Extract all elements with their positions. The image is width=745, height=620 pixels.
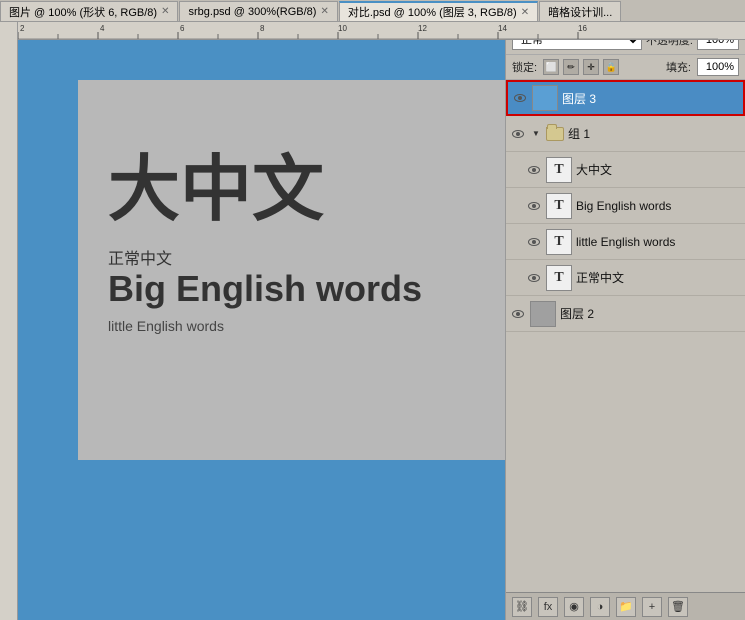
layer-name-big-english: Big English words [576, 199, 741, 213]
lock-row: 锁定: ⬜ ✏ ✛ 🔒 填充: [506, 55, 745, 80]
vertical-ruler [0, 22, 18, 620]
layer-thumb-layer3 [532, 85, 558, 111]
tab-label: 对比.psd @ 100% (图层 3, RGB/8) [348, 4, 517, 20]
link-layers-button[interactable]: ⛓ [512, 597, 532, 617]
layer-thumb-big-chinese: T [546, 157, 572, 183]
mask-button[interactable]: ◉ [564, 597, 584, 617]
layer-thumb-normal-chinese: T [546, 265, 572, 291]
layer-name-big-chinese: 大中文 [576, 161, 741, 178]
layer-name-little-english: little English words [576, 235, 741, 249]
layers-list: 图层 3 ▼ 组 1 T 大中文 [506, 80, 745, 592]
canvas-big-english-text: Big English words [108, 268, 422, 310]
lock-all-button[interactable]: 🔒 [603, 59, 619, 75]
document-canvas: 大中文 正常中文 Big English words little Englis… [78, 80, 505, 460]
layers-panel: 正常 溶解 正片叠底 不透明度: 锁定: ⬜ ✏ ✛ 🔒 填充: [506, 26, 745, 620]
layer-item-big-chinese[interactable]: T 大中文 [506, 152, 745, 188]
layer-item-layer3[interactable]: 图层 3 [506, 80, 745, 116]
layer-item-normal-chinese[interactable]: T 正常中文 [506, 260, 745, 296]
canvas-normal-chinese-text: 正常中文 [108, 245, 172, 269]
layer-thumb-big-english: T [546, 193, 572, 219]
layer-visibility-big-english[interactable] [526, 198, 542, 214]
canvas-area: 大中文 正常中文 Big English words little Englis… [18, 40, 505, 620]
layer-visibility-big-chinese[interactable] [526, 162, 542, 178]
svg-text:14: 14 [498, 24, 507, 33]
tab-compare[interactable]: 对比.psd @ 100% (图层 3, RGB/8) ✕ [339, 1, 538, 21]
layer-item-little-english[interactable]: T little English words [506, 224, 745, 260]
lock-transparency-button[interactable]: ⬜ [543, 59, 559, 75]
tab-label: 暗格设计训... [548, 4, 612, 20]
layer-item-big-english[interactable]: T Big English words [506, 188, 745, 224]
delete-layer-button[interactable]: 🗑 [668, 597, 688, 617]
group-button[interactable]: 📁 [616, 597, 636, 617]
group-expand-icon[interactable]: ▼ [530, 128, 542, 140]
group-folder-icon [546, 127, 564, 141]
tab-label: 图片 @ 100% (形状 6, RGB/8) [9, 4, 157, 20]
layer-name-layer3: 图层 3 [562, 90, 739, 107]
layer-visibility-little-english[interactable] [526, 234, 542, 250]
layer-name-layer2: 图层 2 [560, 305, 741, 322]
new-layer-button[interactable]: + [642, 597, 662, 617]
layer-visibility-layer3[interactable] [512, 90, 528, 106]
horizontal-ruler: 2 4 6 8 10 12 14 16 [0, 22, 745, 40]
svg-text:16: 16 [578, 24, 587, 33]
canvas-small-english-text: little English words [108, 318, 224, 334]
tab-extra[interactable]: 暗格设计训... [539, 1, 621, 21]
tab-label: srbg.psd @ 300%(RGB/8) [188, 6, 316, 18]
tab-close-icon[interactable]: ✕ [521, 7, 529, 18]
fill-label: 填充: [666, 59, 691, 75]
layer-thumb-layer2 [530, 301, 556, 327]
fill-input[interactable] [697, 58, 739, 76]
tab-bar: 图片 @ 100% (形状 6, RGB/8) ✕ srbg.psd @ 300… [0, 0, 745, 22]
fx-button[interactable]: fx [538, 597, 558, 617]
lock-icons: ⬜ ✏ ✛ 🔒 [543, 59, 619, 75]
layer-item-group1[interactable]: ▼ 组 1 [506, 116, 745, 152]
svg-text:8: 8 [260, 24, 265, 33]
svg-text:10: 10 [338, 24, 347, 33]
lock-position-button[interactable]: ✛ [583, 59, 599, 75]
svg-text:2: 2 [20, 24, 25, 33]
svg-text:6: 6 [180, 24, 185, 33]
lock-image-button[interactable]: ✏ [563, 59, 579, 75]
panel-toolbar: ⛓ fx ◉ ◑ 📁 + 🗑 [506, 592, 745, 620]
layer-item-layer2[interactable]: 图层 2 [506, 296, 745, 332]
tab-close-icon[interactable]: ✕ [320, 6, 328, 17]
layer-name-group1: 组 1 [568, 125, 741, 142]
panels-container: 图层 号码套 直方图 信息 ▶ 正常 溶解 正片叠底 不透明度: 锁定: [505, 0, 745, 620]
tab-shapes[interactable]: 图片 @ 100% (形状 6, RGB/8) ✕ [0, 1, 178, 21]
layer-visibility-group1[interactable] [510, 126, 526, 142]
layer-visibility-normal-chinese[interactable] [526, 270, 542, 286]
layer-thumb-little-english: T [546, 229, 572, 255]
layer-name-normal-chinese: 正常中文 [576, 269, 741, 286]
canvas-big-chinese-text: 大中文 [108, 130, 324, 235]
lock-label: 锁定: [512, 59, 537, 75]
tab-close-icon[interactable]: ✕ [161, 6, 169, 17]
adjustment-button[interactable]: ◑ [590, 597, 610, 617]
svg-text:12: 12 [418, 24, 427, 33]
layer-visibility-layer2[interactable] [510, 306, 526, 322]
tab-srbg[interactable]: srbg.psd @ 300%(RGB/8) ✕ [179, 1, 337, 21]
svg-text:4: 4 [100, 24, 105, 33]
